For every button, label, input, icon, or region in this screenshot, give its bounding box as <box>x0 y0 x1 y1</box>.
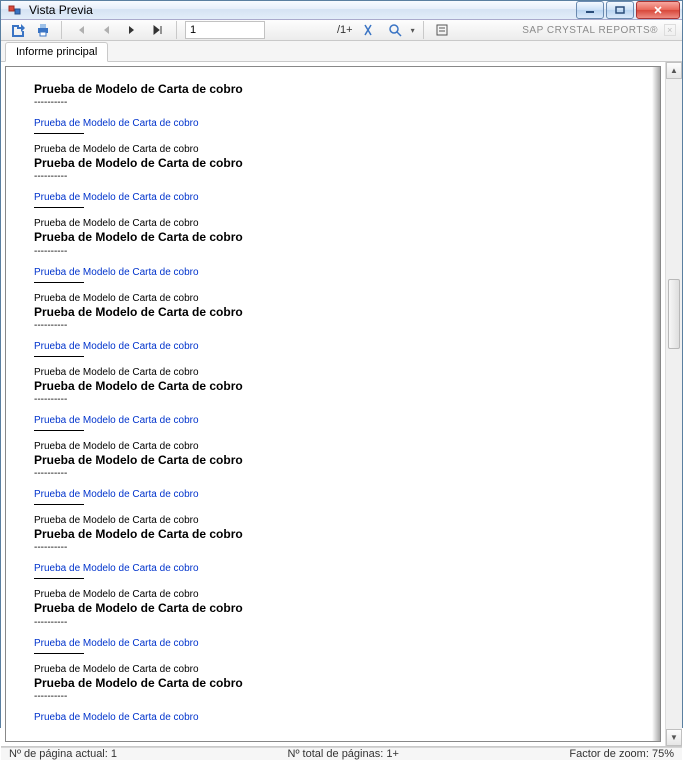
brand-close-icon[interactable]: × <box>664 24 676 36</box>
report-bold: Prueba de Modelo de Carta de cobro <box>34 452 632 468</box>
status-total-pages: Nº total de páginas: 1+ <box>288 748 399 760</box>
tab-main-report[interactable]: Informe principal <box>5 42 108 62</box>
titlebar: Vista Previa <box>1 1 682 20</box>
tabstrip: Informe principal <box>1 41 682 62</box>
report-dots: ---------- <box>34 617 632 628</box>
app-window: Vista Previa <box>0 0 683 728</box>
status-zoom: Factor de zoom: 75% <box>569 748 674 760</box>
report-link[interactable]: Prueba de Modelo de Carta de cobro <box>34 267 632 278</box>
report-viewer: Prueba de Modelo de Carta de cobro -----… <box>1 62 682 747</box>
report-bold: Prueba de Modelo de Carta de cobro <box>34 304 632 320</box>
report-divider <box>34 653 84 654</box>
report-divider <box>34 504 84 505</box>
export-icon[interactable] <box>7 20 27 40</box>
report-small: Prueba de Modelo de Carta de cobro <box>34 441 632 452</box>
report-small: Prueba de Modelo de Carta de cobro <box>34 218 632 229</box>
report-dots: ---------- <box>34 394 632 405</box>
close-button[interactable] <box>636 1 680 19</box>
report-dots: ---------- <box>34 171 632 182</box>
report-link[interactable]: Prueba de Modelo de Carta de cobro <box>34 341 632 352</box>
scroll-track[interactable] <box>666 79 682 729</box>
report-link[interactable]: Prueba de Modelo de Carta de cobro <box>34 415 632 426</box>
app-icon <box>7 2 23 18</box>
report-divider <box>34 430 84 431</box>
last-page-icon[interactable] <box>148 20 168 40</box>
report-small: Prueba de Modelo de Carta de cobro <box>34 515 632 526</box>
report-link[interactable]: Prueba de Modelo de Carta de cobro <box>34 638 632 649</box>
window-title: Vista Previa <box>29 3 93 17</box>
statusbar: Nº de página actual: 1 Nº total de págin… <box>1 747 682 760</box>
report-divider <box>34 356 84 357</box>
report-link[interactable]: Prueba de Modelo de Carta de cobro <box>34 192 632 203</box>
maximize-button[interactable] <box>606 1 634 19</box>
report-link[interactable]: Prueba de Modelo de Carta de cobro <box>34 712 632 723</box>
report-bold: Prueba de Modelo de Carta de cobro <box>34 675 632 691</box>
print-icon[interactable] <box>33 20 53 40</box>
next-page-icon[interactable] <box>122 20 142 40</box>
find-icon[interactable] <box>359 20 379 40</box>
first-page-icon[interactable] <box>70 20 90 40</box>
toolbar-separator <box>423 21 424 39</box>
report-divider <box>34 207 84 208</box>
report-bold: Prueba de Modelo de Carta de cobro <box>34 378 632 394</box>
report-dots: ---------- <box>34 97 632 108</box>
report-divider <box>34 282 84 283</box>
report-dots: ---------- <box>34 320 632 331</box>
prev-page-icon[interactable] <box>96 20 116 40</box>
report-dots: ---------- <box>34 246 632 257</box>
toolbar-separator <box>61 21 62 39</box>
scroll-thumb[interactable] <box>668 279 680 349</box>
report-small: Prueba de Modelo de Carta de cobro <box>34 144 632 155</box>
report-bold: Prueba de Modelo de Carta de cobro <box>34 600 632 616</box>
vertical-scrollbar[interactable]: ▲ ▼ <box>665 62 682 746</box>
report-link[interactable]: Prueba de Modelo de Carta de cobro <box>34 563 632 574</box>
document-area: Prueba de Modelo de Carta de cobro -----… <box>1 62 665 746</box>
report-small: Prueba de Modelo de Carta de cobro <box>34 293 632 304</box>
report-dots: ---------- <box>34 542 632 553</box>
report-link[interactable]: Prueba de Modelo de Carta de cobro <box>34 489 632 500</box>
export-data-icon[interactable] <box>432 20 452 40</box>
report-title: Prueba de Modelo de Carta de cobro <box>34 81 632 97</box>
report-small: Prueba de Modelo de Carta de cobro <box>34 367 632 378</box>
page-total-label: /1+ <box>337 24 353 36</box>
window-buttons <box>576 1 680 19</box>
page-number-input[interactable] <box>185 21 265 39</box>
toolbar-separator <box>176 21 177 39</box>
status-current-page: Nº de página actual: 1 <box>9 748 117 760</box>
report-small: Prueba de Modelo de Carta de cobro <box>34 589 632 600</box>
minimize-button[interactable] <box>576 1 604 19</box>
report-bold: Prueba de Modelo de Carta de cobro <box>34 155 632 171</box>
report-small: Prueba de Modelo de Carta de cobro <box>34 664 632 675</box>
report-divider <box>34 578 84 579</box>
report-bold: Prueba de Modelo de Carta de cobro <box>34 526 632 542</box>
brand-label: SAP CRYSTAL REPORTS® × <box>522 24 676 36</box>
report-bold: Prueba de Modelo de Carta de cobro <box>34 229 632 245</box>
report-divider <box>34 133 84 134</box>
toolbar: /1+ ▾ SAP CRYSTAL REPORTS® × <box>1 20 682 41</box>
report-link[interactable]: Prueba de Modelo de Carta de cobro <box>34 118 632 129</box>
page-content: Prueba de Modelo de Carta de cobro -----… <box>6 67 660 741</box>
scroll-up-icon[interactable]: ▲ <box>666 62 682 79</box>
scroll-down-icon[interactable]: ▼ <box>666 729 682 746</box>
report-dots: ---------- <box>34 468 632 479</box>
page-frame: Prueba de Modelo de Carta de cobro -----… <box>5 66 661 742</box>
report-dots: ---------- <box>34 691 632 702</box>
page-shadow <box>652 67 660 741</box>
zoom-icon[interactable] <box>385 20 405 40</box>
